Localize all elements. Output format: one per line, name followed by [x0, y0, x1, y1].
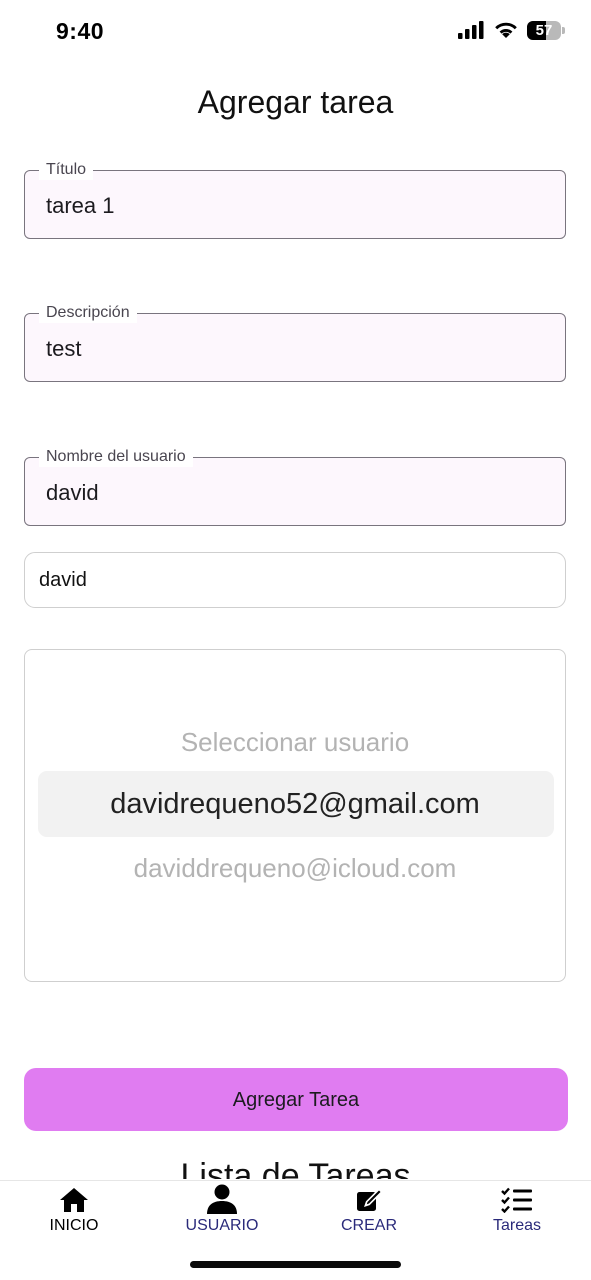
status-bar: 9:40 57	[0, 0, 591, 64]
tab-usuario[interactable]: USUARIO	[148, 1181, 296, 1241]
task-list-icon	[501, 1187, 532, 1213]
user-name-field-label: Nombre del usuario	[39, 447, 193, 467]
home-icon	[60, 1188, 88, 1212]
user-search-value: david	[39, 569, 87, 591]
status-icons: 57	[457, 20, 565, 40]
battery-icon: 57	[527, 20, 565, 40]
wifi-icon	[495, 22, 517, 38]
description-field-value: test	[46, 336, 82, 361]
tab-crear[interactable]: CREAR	[295, 1181, 443, 1241]
user-name-field[interactable]: Nombre del usuario david	[24, 447, 566, 526]
picker-option[interactable]: daviddrequeno@icloud.com	[25, 853, 565, 884]
status-time: 9:40	[56, 18, 105, 44]
description-field-label: Descripción	[39, 303, 137, 323]
user-name-field-value: david	[46, 480, 99, 505]
task-list-title: Lista de Tareas	[180, 1157, 411, 1179]
user-search-input[interactable]: david	[24, 552, 566, 608]
picker-placeholder[interactable]: Seleccionar usuario	[25, 727, 565, 758]
page-title: Agregar tarea	[197, 84, 394, 120]
tab-inicio[interactable]: INICIO	[0, 1181, 148, 1241]
title-field[interactable]: Título tarea 1	[24, 160, 566, 239]
title-field-value: tarea 1	[46, 193, 115, 218]
home-indicator[interactable]	[190, 1261, 401, 1268]
tab-tareas[interactable]: Tareas	[443, 1181, 591, 1241]
battery-cap	[562, 26, 565, 34]
signal-icon	[458, 21, 484, 39]
description-field[interactable]: Descripción test	[24, 303, 566, 382]
edit-icon	[357, 1188, 382, 1211]
battery-level: 57	[535, 21, 553, 39]
user-picker[interactable]: Seleccionar usuario davidrequeno52@gmail…	[24, 649, 566, 982]
user-icon	[207, 1184, 237, 1214]
add-task-button[interactable]: Agregar Tarea	[24, 1068, 568, 1131]
tab-inicio-label: INICIO	[49, 1217, 99, 1234]
title-field-label: Título	[39, 160, 94, 180]
tab-usuario-label: USUARIO	[185, 1217, 259, 1234]
tab-crear-label: CREAR	[340, 1217, 397, 1234]
picker-option-selected[interactable]: davidrequeno52@gmail.com	[25, 788, 565, 821]
tab-tareas-label: Tareas	[492, 1217, 542, 1234]
